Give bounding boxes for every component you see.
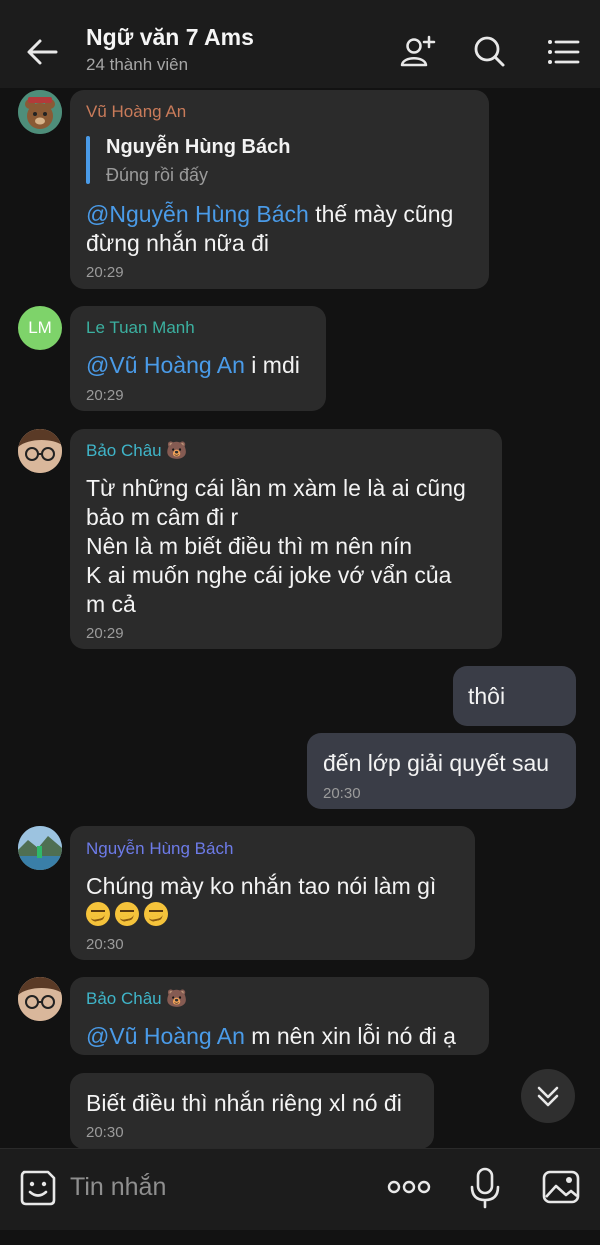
message-time: 20:29 xyxy=(86,264,124,281)
message-text: @Vũ Hoàng An m nên xin lỗi nó đi ạ xyxy=(86,1023,456,1049)
face-avatar-icon xyxy=(18,429,62,473)
group-title[interactable]: Ngữ văn 7 Ams xyxy=(86,24,254,51)
message-text: thôi xyxy=(468,683,506,709)
search-icon[interactable] xyxy=(469,32,509,72)
menu-list-icon[interactable] xyxy=(544,32,584,72)
sender-name[interactable]: Nguyễn Hùng Bách xyxy=(86,839,233,859)
landscape-avatar-icon xyxy=(18,826,62,870)
mention-link[interactable]: @Nguyễn Hùng Bách xyxy=(86,201,309,227)
mention-link[interactable]: @Vũ Hoàng An xyxy=(86,352,245,378)
message-text: Biết điều thì nhắn riêng xl nó đi xyxy=(86,1090,402,1116)
smirk-emoji-icon xyxy=(115,902,139,926)
message-text: đến lớp giải quyết sau xyxy=(323,750,550,776)
face-avatar-icon xyxy=(18,977,62,1021)
message-text: Chúng mày ko nhắn tao nói làm gì xyxy=(86,873,437,899)
message-text: Nên là m biết điều thì m nên nín xyxy=(86,533,413,559)
member-count: 24 thành viên xyxy=(86,55,189,74)
double-chevron-down-icon xyxy=(537,1086,559,1107)
bear-avatar-icon xyxy=(18,90,62,134)
message-input[interactable]: Tin nhắn xyxy=(70,1173,166,1202)
sender-name[interactable]: Le Tuan Manh xyxy=(86,318,195,338)
image-gallery-icon[interactable] xyxy=(541,1167,581,1207)
message-time: 20:30 xyxy=(323,785,361,802)
avatar[interactable]: LM xyxy=(18,306,62,350)
sender-name[interactable]: Vũ Hoàng An xyxy=(86,102,186,122)
microphone-icon[interactable] xyxy=(468,1167,502,1209)
message-time: 20:30 xyxy=(86,936,124,953)
message-time: 20:29 xyxy=(86,625,124,642)
chat-header: Ngữ văn 7 Ams 24 thành viên xyxy=(0,12,600,88)
scroll-to-bottom-button[interactable] xyxy=(521,1069,575,1123)
avatar[interactable] xyxy=(18,977,62,1021)
message-text: K ai muốn nghe cái joke vớ vẩn của xyxy=(86,562,452,588)
avatar[interactable] xyxy=(18,826,62,870)
message-text: đừng nhắn nữa đi xyxy=(86,230,269,256)
reply-author[interactable]: Nguyễn Hùng Bách xyxy=(106,136,290,159)
message-text: bảo m câm đi r xyxy=(86,504,239,530)
add-member-icon[interactable] xyxy=(398,32,438,72)
message-text: m cả xyxy=(86,591,136,617)
sender-name[interactable]: Bảo Châu 🐻 xyxy=(86,441,188,461)
message-list[interactable]: Vũ Hoàng An Nguyễn Hùng Bách Đúng rồi đấ… xyxy=(0,88,600,1148)
message-time: 20:30 xyxy=(86,1124,124,1141)
message-text: @Vũ Hoàng An i mdi xyxy=(86,352,300,378)
status-bar xyxy=(0,0,600,12)
back-arrow-icon[interactable] xyxy=(22,34,62,70)
reply-text[interactable]: Đúng rồi đấy xyxy=(106,165,208,186)
avatar[interactable] xyxy=(18,90,62,134)
emoji-row xyxy=(86,901,173,930)
message-time: 20:29 xyxy=(86,387,124,404)
smirk-emoji-icon xyxy=(144,902,168,926)
avatar[interactable] xyxy=(18,429,62,473)
reply-bar xyxy=(86,136,90,184)
message-text: Từ những cái lần m xàm le là ai cũng xyxy=(86,475,466,501)
more-options-icon[interactable] xyxy=(386,1175,432,1199)
composer-bar: Tin nhắn xyxy=(0,1148,600,1230)
mention-link[interactable]: @Vũ Hoàng An xyxy=(86,1023,245,1049)
sender-name[interactable]: Bảo Châu 🐻 xyxy=(86,989,188,1009)
navigation-bar xyxy=(0,1230,600,1245)
message-text: @Nguyễn Hùng Bách thế mày cũng xyxy=(86,201,454,227)
sticker-emoji-icon[interactable] xyxy=(18,1168,58,1208)
smirk-emoji-icon xyxy=(86,902,110,926)
